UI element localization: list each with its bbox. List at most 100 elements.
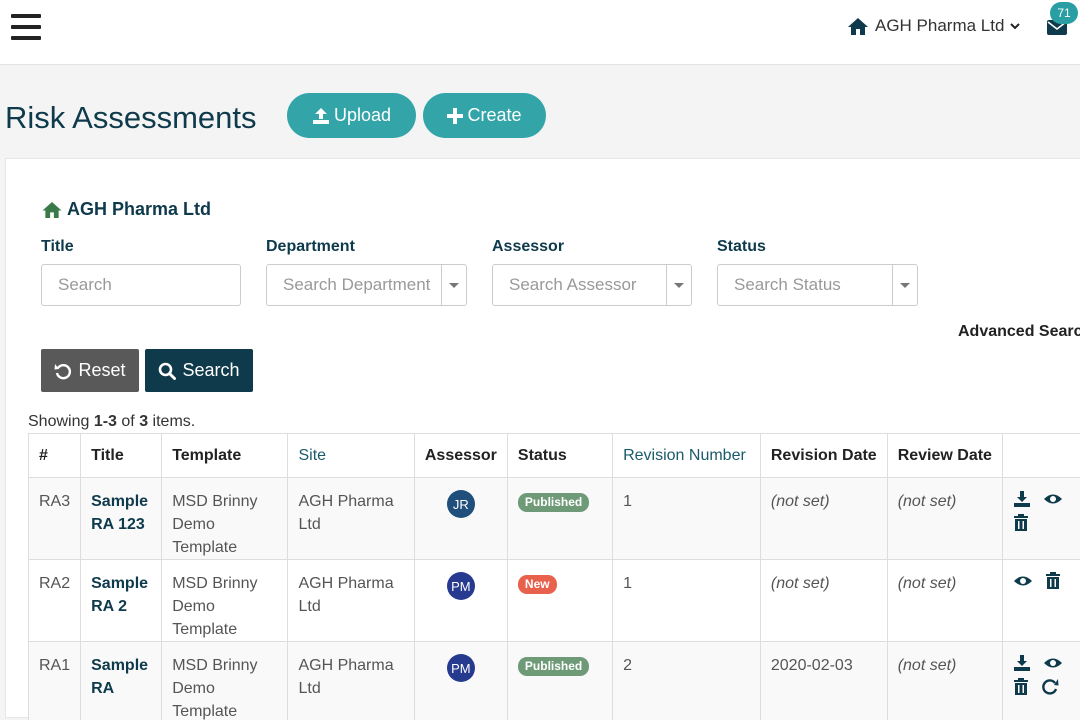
- column-header-revision-date: Revision Date: [759, 433, 888, 478]
- summary-prefix: Showing: [28, 413, 94, 430]
- reset-label: Reset: [78, 360, 126, 380]
- summary-suffix: items.: [148, 413, 196, 430]
- risk-assessments-table: # Title Template Site Assessor Status Re…: [27, 433, 1080, 720]
- row-id: RA3: [27, 477, 82, 560]
- assessor-select-placeholder: Search Assessor: [509, 275, 637, 294]
- risk-assessments-panel: AGH Pharma Ltd Title Search Department S…: [5, 158, 1080, 720]
- eye-icon[interactable]: [1013, 572, 1033, 590]
- row-review-date: (not set): [886, 641, 1003, 720]
- table-row: RA1 Sample RA MSD Brinny Demo Template A…: [27, 641, 1080, 720]
- create-button[interactable]: Create: [423, 93, 546, 138]
- chevron-down-icon[interactable]: [666, 265, 691, 305]
- column-header-revision-number[interactable]: Revision Number: [612, 433, 761, 478]
- chevron-down-icon[interactable]: [892, 265, 917, 305]
- assessor-avatar: PM: [446, 572, 475, 600]
- status-badge: Published: [517, 657, 590, 676]
- assessor-avatar: PM: [446, 654, 475, 682]
- trash-icon[interactable]: [1045, 572, 1061, 590]
- row-revision-date: (not set): [759, 477, 888, 560]
- table-row: RA3 Sample RA 123 MSD Brinny Demo Templa…: [27, 477, 1080, 560]
- assessor-avatar: JR: [446, 490, 475, 518]
- search-button[interactable]: Search: [145, 349, 253, 392]
- row-title-link[interactable]: Sample RA 2: [91, 575, 148, 615]
- download-icon[interactable]: [1013, 654, 1031, 672]
- row-site: AGH Pharma Ltd: [287, 641, 415, 720]
- advanced-search-link[interactable]: Advanced Search: [958, 323, 1080, 341]
- status-select[interactable]: Search Status: [717, 264, 918, 306]
- column-header-title[interactable]: Title: [80, 433, 163, 478]
- trash-icon[interactable]: [1013, 514, 1029, 532]
- column-header-number: #: [27, 433, 82, 478]
- row-actions: [1013, 572, 1073, 590]
- reset-button[interactable]: Reset: [41, 349, 139, 392]
- title-search-input[interactable]: Search: [41, 264, 241, 306]
- hamburger-menu-icon[interactable]: [11, 14, 41, 41]
- department-filter-label: Department: [266, 238, 355, 255]
- row-revision-number: 2: [612, 641, 761, 720]
- column-header-status: Status: [506, 433, 614, 478]
- panel-organization-name: AGH Pharma Ltd: [67, 199, 212, 219]
- organization-dropdown[interactable]: AGH Pharma Ltd: [847, 16, 1021, 36]
- title-search-placeholder: Search: [58, 275, 112, 294]
- row-review-date: (not set): [886, 559, 1003, 642]
- row-site: AGH Pharma Ltd: [287, 559, 415, 642]
- summary-middle: of: [116, 413, 140, 430]
- column-header-template: Template: [161, 433, 289, 478]
- page-title: Risk Assessments: [5, 100, 257, 135]
- undo-icon: [54, 363, 72, 379]
- status-badge: Published: [517, 493, 590, 512]
- magnifier-icon: [159, 362, 177, 380]
- top-navbar: AGH Pharma Ltd 71: [0, 0, 1080, 65]
- summary-range: 1-3: [93, 413, 117, 430]
- panel-organization: AGH Pharma Ltd: [41, 199, 211, 220]
- home-icon: [42, 201, 62, 218]
- department-select-placeholder: Search Department: [283, 275, 431, 294]
- assessor-select[interactable]: Search Assessor: [492, 264, 692, 306]
- assessor-filter-label: Assessor: [492, 238, 565, 255]
- column-header-site[interactable]: Site: [287, 433, 415, 478]
- row-revision-number: 1: [612, 477, 761, 560]
- chevron-down-icon: [1010, 23, 1021, 30]
- status-badge: New: [517, 575, 557, 594]
- row-review-date: (not set): [886, 477, 1003, 560]
- upload-button[interactable]: Upload: [287, 93, 416, 138]
- chevron-down-icon[interactable]: [441, 265, 466, 305]
- create-label: Create: [467, 105, 522, 125]
- column-header-review-date: Review Date: [886, 433, 1003, 478]
- refresh-icon[interactable]: [1041, 678, 1059, 696]
- row-actions: [1013, 654, 1073, 696]
- eye-icon[interactable]: [1043, 490, 1063, 508]
- row-revision-number: 1: [612, 559, 761, 642]
- row-title-link[interactable]: Sample RA 123: [91, 493, 148, 533]
- status-select-placeholder: Search Status: [734, 275, 841, 294]
- row-revision-date: 2020-02-03: [759, 641, 888, 720]
- row-actions: [1013, 490, 1073, 532]
- organization-name: AGH Pharma Ltd: [875, 16, 1005, 35]
- column-header-actions: [1001, 433, 1080, 478]
- row-template: MSD Brinny Demo Template: [161, 477, 289, 560]
- table-header-row: # Title Template Site Assessor Status Re…: [27, 433, 1080, 478]
- trash-icon[interactable]: [1013, 678, 1029, 696]
- row-id: RA1: [27, 641, 82, 720]
- plus-icon: [447, 107, 464, 124]
- download-icon[interactable]: [1013, 490, 1031, 508]
- row-template: MSD Brinny Demo Template: [161, 559, 289, 642]
- title-filter-label: Title: [41, 238, 74, 255]
- row-id: RA2: [27, 559, 82, 642]
- search-label: Search: [182, 360, 240, 380]
- mail-count-badge: 71: [1050, 2, 1078, 24]
- summary-total: 3: [139, 413, 149, 430]
- upload-icon: [312, 107, 329, 124]
- row-site: AGH Pharma Ltd: [287, 477, 415, 560]
- upload-label: Upload: [333, 105, 392, 125]
- status-filter-label: Status: [717, 238, 766, 255]
- results-summary: Showing 1-3 of 3 items.: [28, 413, 195, 431]
- home-icon: [848, 17, 868, 35]
- column-header-assessor: Assessor: [413, 433, 508, 478]
- eye-icon[interactable]: [1043, 654, 1063, 672]
- row-revision-date: (not set): [759, 559, 888, 642]
- department-select[interactable]: Search Department: [266, 264, 467, 306]
- row-template: MSD Brinny Demo Template: [161, 641, 289, 720]
- table-row: RA2 Sample RA 2 MSD Brinny Demo Template…: [27, 559, 1080, 642]
- row-title-link[interactable]: Sample RA: [91, 657, 148, 697]
